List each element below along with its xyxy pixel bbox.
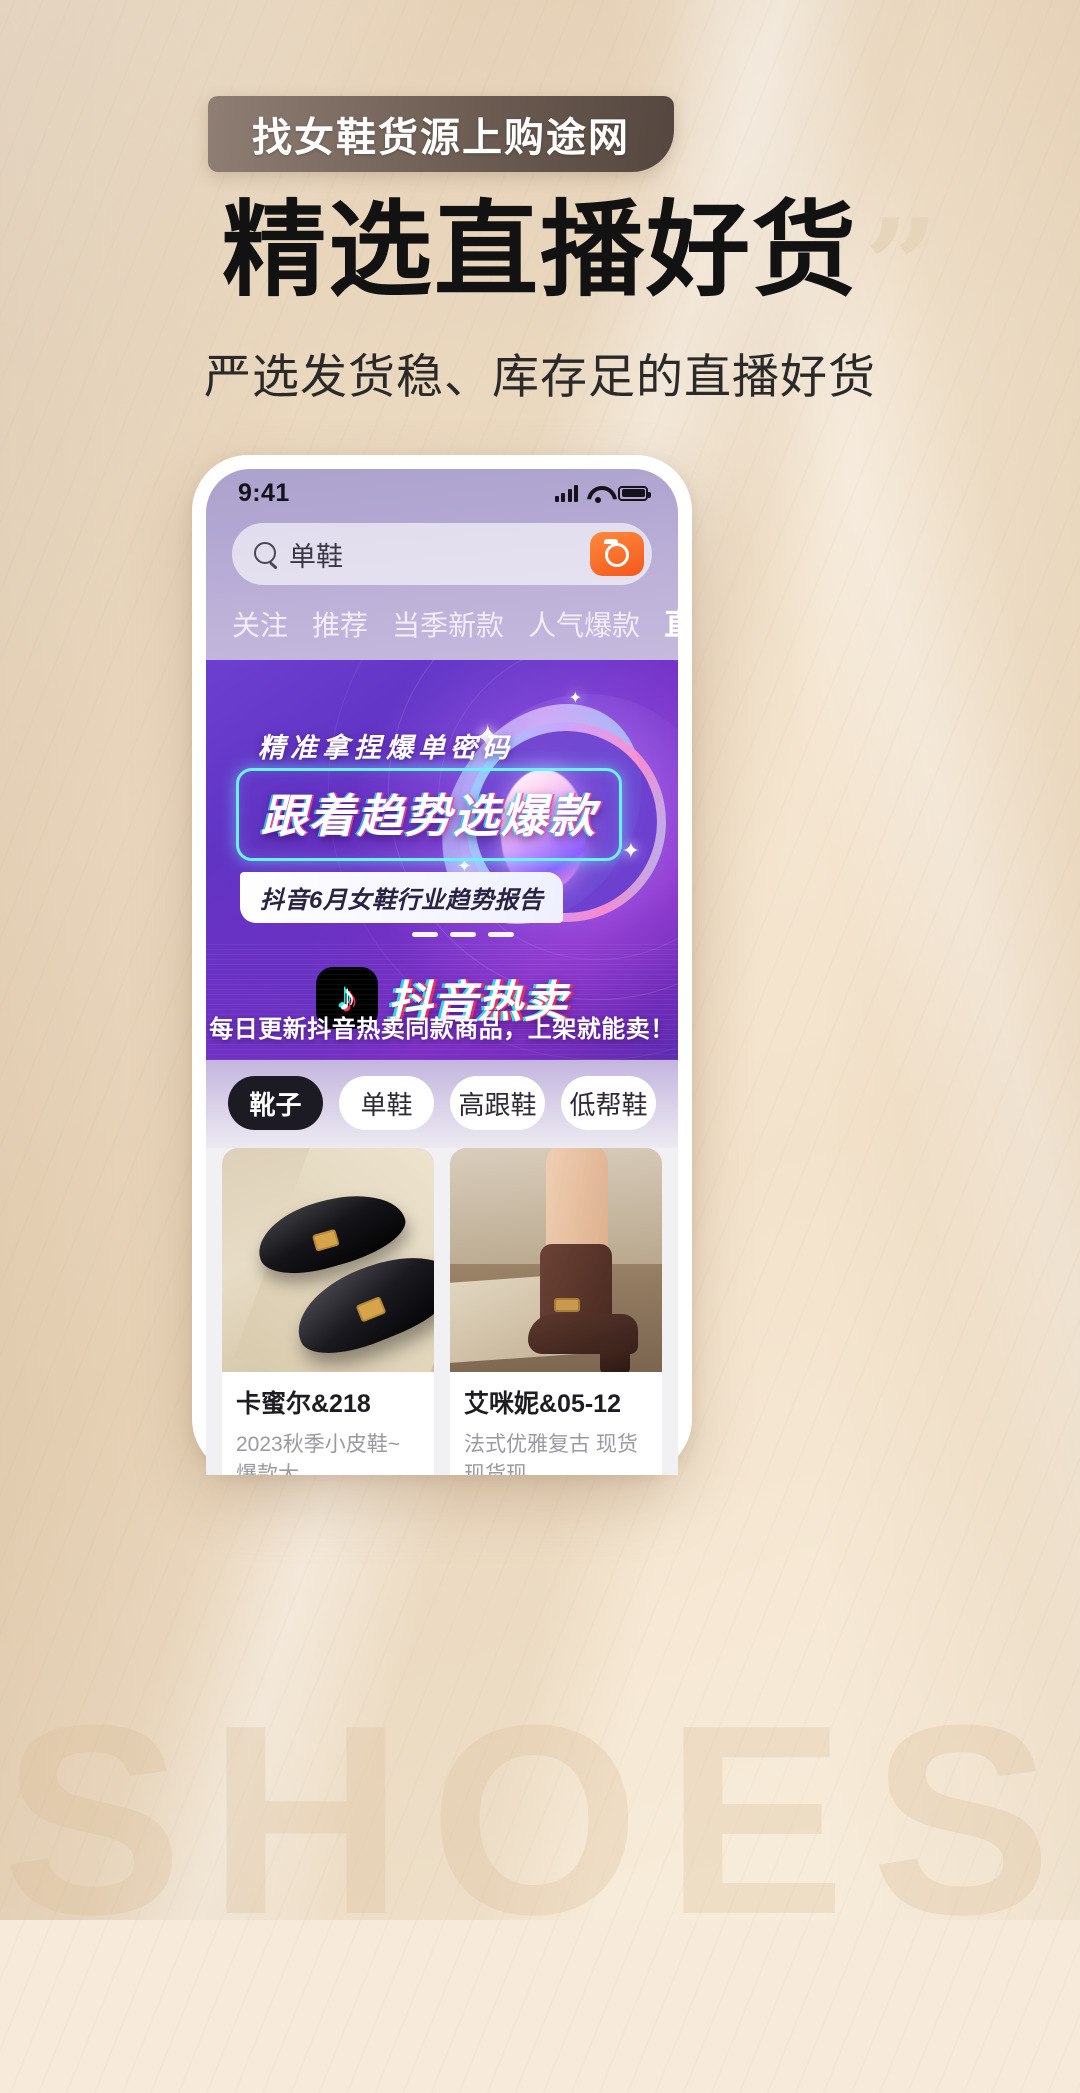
product-title: 卡蜜尔&218 xyxy=(236,1390,371,1418)
tab-zhibozhuangong[interactable]: 直播专供 xyxy=(664,599,678,650)
product-card-body: 卡蜜尔&218 2023秋季小皮鞋~爆款大... ￥168 100人在卖 xyxy=(222,1372,434,1475)
banner-divider xyxy=(412,932,514,937)
watermark-text: SHOES xyxy=(2,1670,1078,1971)
product-image xyxy=(450,1148,662,1372)
page-title: 精选直播好货 xyxy=(221,193,858,309)
product-card-body: 艾咪妮&05-12 法式优雅复古 现货现货现... ￥175 100人在卖 xyxy=(450,1372,662,1475)
promo-banner[interactable]: ✦ ✦ ✦ ✦ 精准拿捏爆单密码 跟着趋势选爆款 抖音6月女鞋行业趋势报告 ♪ … xyxy=(206,660,678,1060)
search-input[interactable]: 单鞋 xyxy=(289,535,590,574)
cellular-signal-icon xyxy=(554,484,578,502)
headline-row: “ 精选直播好货 ” xyxy=(0,182,1080,335)
quote-close-icon: ” xyxy=(864,190,939,343)
banner-footnote: 每日更新抖音热卖同款商品，上架就能卖！ xyxy=(209,1016,675,1043)
category-tabs[interactable]: 关注 推荐 当季新款 人气爆款 直播专供 电商 xyxy=(206,599,678,658)
status-bar: 9:41 xyxy=(206,469,678,517)
status-bar-icons xyxy=(554,484,651,503)
battery-icon xyxy=(618,485,651,501)
product-card[interactable]: 卡蜜尔&218 2023秋季小皮鞋~爆款大... ￥168 100人在卖 xyxy=(222,1148,434,1475)
tab-tuijian[interactable]: 推荐 xyxy=(312,604,368,650)
chip-xuezi[interactable]: 靴子 xyxy=(228,1076,323,1130)
sparkle-icon: ✦ xyxy=(621,838,640,863)
product-grid: 卡蜜尔&218 2023秋季小皮鞋~爆款大... ￥168 100人在卖 xyxy=(206,1148,678,1475)
page-subtitle: 严选发货稳、库存足的直播好货 xyxy=(204,350,876,403)
ribbon-label: 找女鞋货源上购途网 xyxy=(252,116,630,160)
tab-guanzhu[interactable]: 关注 xyxy=(232,604,288,650)
chip-gaogenxie[interactable]: 高跟鞋 xyxy=(450,1076,545,1130)
search-bar[interactable]: 单鞋 xyxy=(232,523,652,585)
banner-title-box: 跟着趋势选爆款 xyxy=(236,768,622,861)
search-row: 单鞋 xyxy=(206,517,678,599)
product-description: 法式优雅复古 现货现货现... xyxy=(464,1433,638,1475)
filter-chip-bar[interactable]: 靴子 单鞋 高跟鞋 低帮鞋 xyxy=(206,1060,678,1148)
status-bar-time: 9:41 xyxy=(238,478,290,507)
product-card[interactable]: 艾咪妮&05-12 法式优雅复古 现货现货现... ￥175 100人在卖 xyxy=(450,1148,662,1475)
camera-icon[interactable] xyxy=(590,532,644,576)
product-description: 2023秋季小皮鞋~爆款大... xyxy=(236,1433,400,1475)
wifi-icon xyxy=(587,485,609,503)
ribbon-banner: 找女鞋货源上购途网 xyxy=(208,96,674,172)
sparkle-icon: ✦ xyxy=(568,690,582,707)
product-title: 艾咪妮&05-12 xyxy=(464,1390,621,1418)
banner-report-tag[interactable]: 抖音6月女鞋行业趋势报告 xyxy=(240,872,564,923)
phone-mockup: 9:41 单鞋 关注 推荐 当季新款 人气爆款 直播专供 xyxy=(192,455,692,1475)
phone-screen: 9:41 单鞋 关注 推荐 当季新款 人气爆款 直播专供 xyxy=(206,469,678,1475)
tab-dangjixinkuan[interactable]: 当季新款 xyxy=(392,604,504,650)
tab-renqibaokuan[interactable]: 人气爆款 xyxy=(528,604,640,650)
chip-danxie[interactable]: 单鞋 xyxy=(339,1076,434,1130)
product-image xyxy=(222,1148,434,1372)
chip-dibangxie[interactable]: 低帮鞋 xyxy=(561,1076,656,1130)
quote-open-icon: “ xyxy=(141,182,216,335)
banner-kicker: 精准拿捏爆单密码 xyxy=(258,733,514,763)
banner-title: 跟着趋势选爆款 xyxy=(261,790,597,842)
app-header: 9:41 单鞋 关注 推荐 当季新款 人气爆款 直播专供 xyxy=(206,469,678,660)
search-icon xyxy=(254,541,279,567)
